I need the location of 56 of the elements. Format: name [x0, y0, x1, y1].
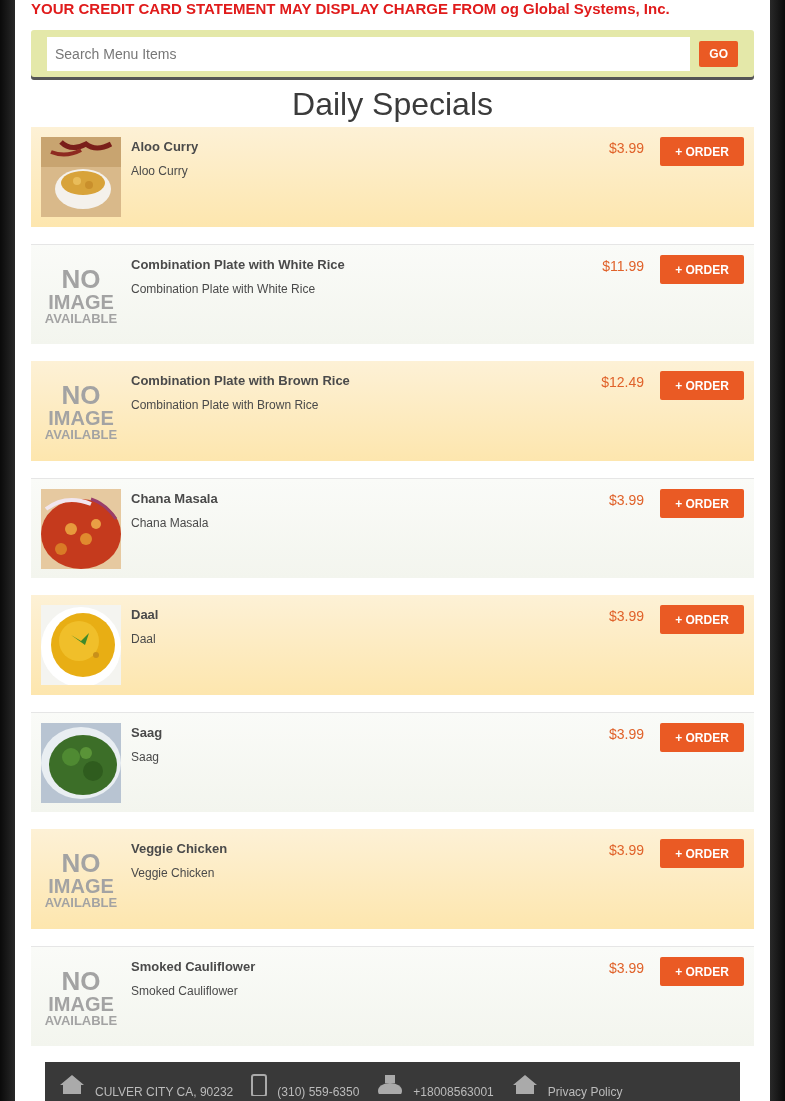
privacy-policy-link[interactable]: Privacy Policy	[547, 1083, 623, 1101]
item-price: $12.49	[601, 373, 644, 392]
item-name: Veggie Chicken	[131, 840, 229, 858]
item-price: $3.99	[608, 959, 644, 978]
item-description: Daal	[131, 630, 157, 648]
credit-card-notice: YOUR CREDIT CARD STATEMENT MAY DISPLAY CHARGE FROM og Global Systems, Inc.	[31, 0, 671, 18]
order-button[interactable]: + ORDER	[660, 957, 744, 986]
go-button[interactable]: GO	[699, 40, 738, 67]
no-image-text: NO	[61, 967, 101, 994]
item-description: Smoked Cauliflower	[131, 982, 239, 1000]
no-image-text: NO	[61, 265, 101, 292]
item-price: $3.99	[608, 139, 644, 158]
order-button[interactable]: + ORDER	[660, 605, 744, 634]
order-button[interactable]: + ORDER	[660, 839, 744, 868]
item-name: Aloo Curry	[131, 138, 200, 156]
item-price: $3.99	[608, 491, 644, 510]
no-image-text: AVAILABLE	[44, 427, 118, 441]
item-name: Chana Masala	[131, 490, 219, 508]
item-name: Combination Plate with White Rice	[131, 256, 346, 274]
no-image-text: IMAGE	[48, 291, 114, 312]
no-image-text: NO	[61, 849, 101, 876]
no-image-text: IMAGE	[48, 407, 114, 428]
search-field[interactable]: Search Menu Items	[47, 36, 691, 71]
order-button[interactable]: + ORDER	[660, 723, 744, 752]
order-button[interactable]: + ORDER	[660, 255, 744, 284]
no-image-text: AVAILABLE	[44, 311, 118, 325]
no-image-text: AVAILABLE	[44, 1013, 118, 1027]
item-price: $3.99	[608, 725, 644, 744]
item-description: Combination Plate with Brown Rice	[131, 396, 320, 414]
no-image-text: IMAGE	[48, 993, 114, 1014]
phone-number: +18008563001	[413, 1084, 494, 1101]
item-description: Chana Masala	[131, 514, 210, 532]
house-icon	[511, 1074, 538, 1094]
order-button[interactable]: + ORDER	[660, 137, 744, 166]
item-price: $3.99	[608, 841, 644, 860]
no-image-text: IMAGE	[48, 875, 114, 896]
item-description: Veggie Chicken	[131, 864, 216, 882]
item-description: Aloo Curry	[131, 162, 189, 180]
item-name: Daal	[131, 606, 160, 624]
phone-number: (310) 559-6350	[277, 1084, 360, 1101]
order-button[interactable]: + ORDER	[660, 489, 744, 518]
item-name: Saag	[131, 724, 164, 742]
item-price: $3.99	[608, 607, 644, 626]
item-name: Smoked Cauliflower	[131, 958, 257, 976]
address-text: CULVER CITY CA, 90232	[95, 1084, 234, 1101]
no-image-text: AVAILABLE	[44, 895, 118, 909]
order-button[interactable]: + ORDER	[660, 371, 744, 400]
house-icon	[59, 1074, 85, 1094]
section-heading: Daily Specials	[292, 85, 493, 123]
no-image-text: NO	[61, 381, 101, 408]
item-description: Saag	[131, 748, 161, 766]
item-name: Combination Plate with Brown Rice	[131, 372, 351, 390]
item-description: Combination Plate with White Rice	[131, 280, 317, 298]
fax-machine-icon	[377, 1074, 404, 1094]
item-price: $11.99	[602, 257, 644, 276]
mobile-phone-icon	[251, 1074, 268, 1096]
